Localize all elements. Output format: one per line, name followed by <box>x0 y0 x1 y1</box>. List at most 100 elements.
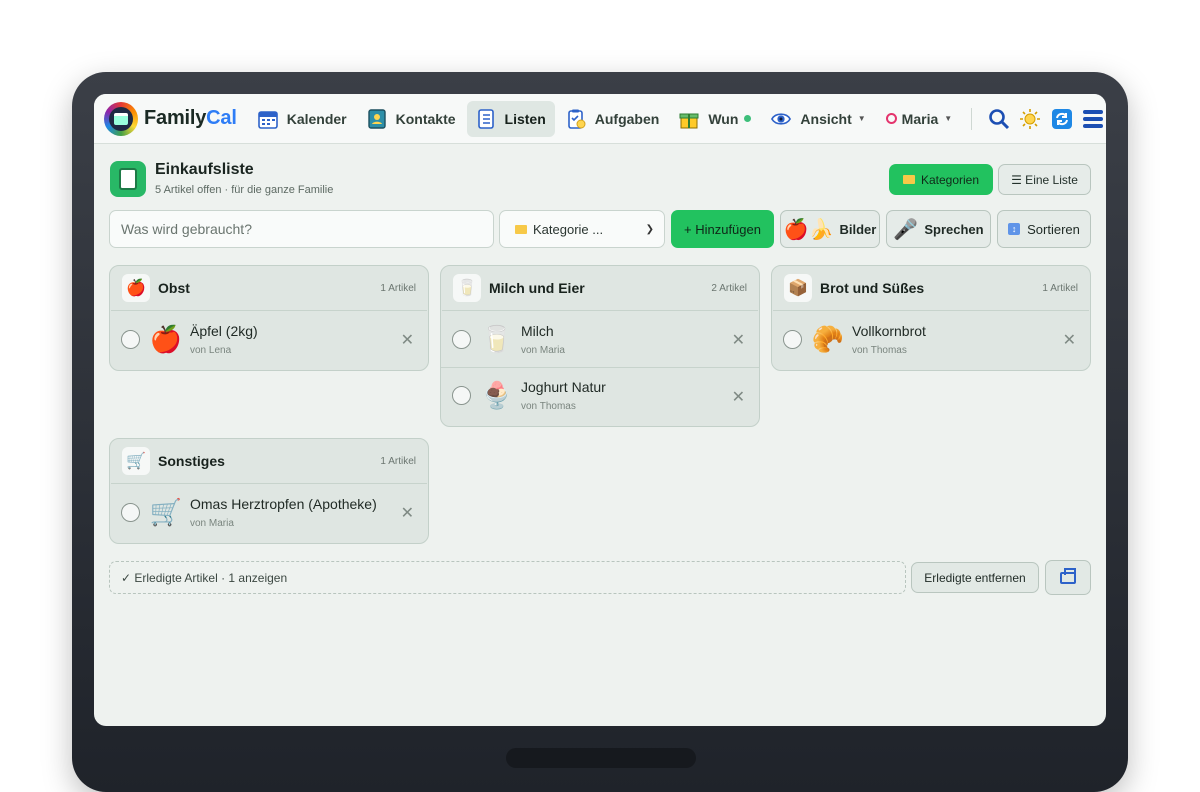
milk-glass-icon: 🥛 <box>453 274 481 302</box>
item-checkbox[interactable] <box>783 329 802 349</box>
brand[interactable]: FamilyCal <box>104 101 237 136</box>
item-author: von Maria <box>521 344 565 356</box>
item-name: Äpfel (2kg) <box>190 322 258 339</box>
menu-icon <box>1083 109 1104 128</box>
delete-item-icon[interactable]: ✕ <box>401 330 414 350</box>
category-header: 🛒 Sonstiges 1 Artikel <box>111 439 427 484</box>
item-author: von Thomas <box>852 344 907 356</box>
cart-icon: 🛒 <box>122 447 150 475</box>
delete-item-icon[interactable]: ✕ <box>1063 330 1076 350</box>
sort-icon: ↕ <box>1008 223 1021 235</box>
speak-button[interactable]: 🎤 Sprechen <box>886 210 991 248</box>
chevron-down-icon: ❯ <box>645 223 654 235</box>
list-item: 🍨 Joghurt Natur von Thomas ✕ <box>441 367 759 423</box>
yogurt-icon: 🍨 <box>480 380 514 410</box>
item-author: von Lena <box>190 344 232 356</box>
item-checkbox[interactable] <box>452 386 471 405</box>
app-screen: FamilyCal Kalender Kontakte Listen Aufga <box>94 94 1106 726</box>
nav-label: Ansicht <box>800 110 852 127</box>
top-navbar: FamilyCal Kalender Kontakte Listen Aufga <box>94 94 1106 144</box>
familycal-logo-icon <box>104 101 138 136</box>
category-card-sonstiges: 🛒 Sonstiges 1 Artikel 🛒 Omas Herztropfen… <box>109 438 429 544</box>
category-title: Obst <box>158 280 190 296</box>
nav-aufgaben[interactable]: Aufgaben <box>557 101 669 137</box>
box-icon: 📦 <box>784 274 812 302</box>
category-select[interactable]: Kategorie ... ❯ <box>499 210 665 248</box>
cart-icon: 🛒 <box>149 496 183 527</box>
folder-icon <box>515 224 527 234</box>
user-name: Maria <box>901 110 939 127</box>
item-checkbox[interactable] <box>121 329 140 349</box>
nav-kontakte[interactable]: Kontakte <box>358 101 465 137</box>
list-item: 🍎 Äpfel (2kg) von Lena ✕ <box>110 311 428 367</box>
item-name: Vollkornbrot <box>852 322 926 339</box>
eye-icon <box>771 109 792 129</box>
nav-kalender[interactable]: Kalender <box>249 101 356 137</box>
menu-button[interactable] <box>1081 104 1106 134</box>
page-subtitle: 5 Artikel offen · für die ganze Familie <box>155 184 334 196</box>
nav-ansicht[interactable]: Ansicht ▼ <box>762 101 874 137</box>
delete-item-icon[interactable]: ✕ <box>732 387 745 407</box>
laptop-notch <box>506 748 696 768</box>
category-header: 🍎 Obst 1 Artikel <box>111 266 427 311</box>
folder-icon <box>902 175 915 184</box>
fruit-icon: 🍎🍌 <box>783 218 834 241</box>
list-item: 🛒 Omas Herztropfen (Apotheke) von Maria … <box>110 484 428 540</box>
printer-icon <box>1060 567 1076 584</box>
item-input[interactable]: Was wird gebraucht? <box>109 210 494 248</box>
delete-item-icon[interactable]: ✕ <box>732 330 745 350</box>
contacts-icon <box>367 108 387 129</box>
page-title: Einkaufsliste <box>155 161 254 178</box>
microphone-icon: 🎤 <box>893 218 919 241</box>
category-title: Sonstiges <box>158 453 225 469</box>
nav-label: Kontakte <box>395 110 456 127</box>
add-item-button[interactable]: + Hinzufügen <box>671 210 774 248</box>
shopping-list-icon <box>110 161 146 197</box>
list-icon <box>476 108 496 129</box>
item-name: Joghurt Natur <box>521 379 606 395</box>
list-item: 🥛 Milch von Maria ✕ <box>441 311 759 367</box>
sync-button[interactable] <box>1049 104 1075 134</box>
search-icon <box>988 108 1009 129</box>
category-header: 📦 Brot und Süßes 1 Artikel <box>773 266 1089 311</box>
theme-toggle-button[interactable] <box>1018 104 1044 134</box>
status-dot <box>744 115 752 122</box>
category-count: 1 Artikel <box>1042 282 1078 294</box>
user-switcher[interactable]: Maria ▼ <box>877 101 962 137</box>
brand-name: FamilyCal <box>144 107 237 129</box>
nav-wunsch[interactable]: Wun <box>670 101 760 137</box>
item-author: von Thomas <box>521 401 576 412</box>
item-name: Milch <box>521 322 554 339</box>
calendar-icon <box>257 109 278 129</box>
category-card-brot: 📦 Brot und Süßes 1 Artikel 🥐 Vollkornbro… <box>771 265 1091 371</box>
category-count: 1 Artikel <box>380 282 416 294</box>
item-name: Omas Herztropfen (Apotheke) <box>190 495 377 512</box>
apple-icon: 🍎 <box>122 274 150 302</box>
print-button[interactable] <box>1045 560 1091 595</box>
search-button[interactable] <box>986 104 1012 134</box>
remove-completed-button[interactable]: Erledigte entfernen <box>911 562 1039 593</box>
images-button[interactable]: 🍎🍌 Bilder <box>780 210 880 248</box>
gift-icon <box>679 109 699 129</box>
item-checkbox[interactable] <box>452 329 471 349</box>
completed-items-toggle[interactable]: ✓ Erledigte Artikel · 1 anzeigen <box>109 561 906 594</box>
nav-listen[interactable]: Listen <box>466 100 555 137</box>
chevron-down-icon: ▼ <box>944 114 953 123</box>
delete-item-icon[interactable]: ✕ <box>401 503 414 523</box>
user-color-icon <box>885 113 897 124</box>
nav-label: Listen <box>504 110 546 127</box>
single-list-view-button[interactable]: ☰ Eine Liste <box>998 164 1091 195</box>
category-card-obst: 🍎 Obst 1 Artikel 🍎 Äpfel (2kg) von Lena … <box>109 265 429 371</box>
chevron-down-icon: ▼ <box>857 114 866 123</box>
nav-label: Aufgaben <box>594 110 660 127</box>
sync-icon <box>1051 108 1072 129</box>
item-checkbox[interactable] <box>121 502 140 522</box>
kategorien-view-button[interactable]: Kategorien <box>889 164 993 195</box>
category-count: 1 Artikel <box>380 455 416 467</box>
item-author: von Maria <box>190 517 234 529</box>
divider <box>971 107 973 130</box>
nav-label: Kalender <box>286 110 347 127</box>
sort-button[interactable]: ↕ Sortieren <box>997 210 1091 248</box>
category-title: Milch und Eier <box>489 280 585 296</box>
category-header: 🥛 Milch und Eier 2 Artikel <box>442 266 758 311</box>
